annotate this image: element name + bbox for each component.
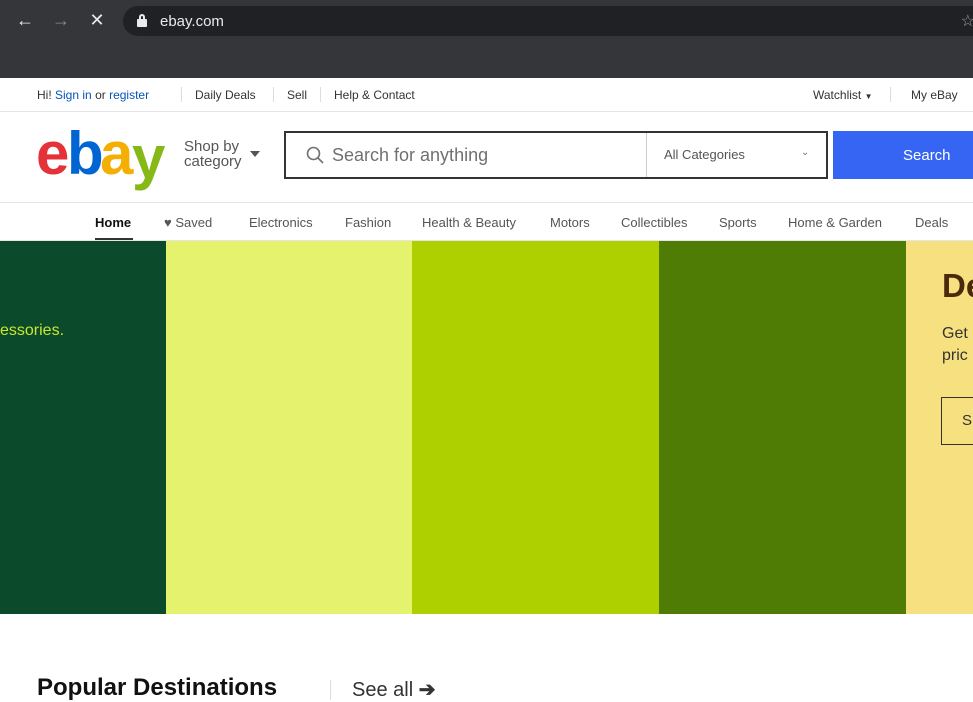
bookmark-star-icon[interactable]: ☆ — [961, 11, 973, 31]
my-ebay-link[interactable]: My eBay — [911, 88, 958, 102]
hero-right-subtitle-line2: pric — [942, 347, 968, 364]
tab-motors[interactable]: Motors — [550, 215, 590, 230]
arrow-right-icon: ➔ — [418, 679, 436, 701]
hero-cta-button[interactable]: S — [941, 397, 973, 445]
search-button[interactable]: Search — [833, 131, 973, 179]
help-contact-link[interactable]: Help & Contact — [334, 88, 415, 102]
forward-arrow-icon[interactable]: → — [50, 9, 72, 31]
ebay-logo[interactable]: e b a y — [36, 124, 170, 188]
divider — [330, 680, 331, 700]
see-all-label: See all — [352, 679, 414, 701]
back-arrow-icon[interactable]: ← — [14, 9, 36, 31]
see-all-link[interactable]: See all ➔ — [352, 677, 435, 702]
search-box: All Categories ⌄ — [284, 131, 828, 179]
tab-saved[interactable]: ♥ Saved — [164, 215, 212, 230]
divider — [646, 133, 647, 177]
shop-by-line1: Shop by — [184, 138, 240, 155]
url-text: ebay.com — [160, 13, 224, 30]
divider — [181, 87, 182, 102]
register-link[interactable]: register — [109, 88, 149, 102]
active-tab-indicator — [95, 238, 133, 240]
greeting-text: Hi! — [37, 88, 52, 102]
tab-fashion[interactable]: Fashion — [345, 215, 391, 230]
hero-stripe — [412, 241, 659, 614]
sign-in-link[interactable]: Sign in — [55, 88, 92, 102]
shop-by-line2: category — [184, 153, 242, 170]
address-bar[interactable]: ebay.com ☆ — [123, 6, 973, 36]
hero-banner[interactable]: essories. De Get pric S — [0, 241, 973, 614]
tab-sports[interactable]: Sports — [719, 215, 757, 230]
tab-home[interactable]: Home — [95, 215, 131, 230]
tab-collectibles[interactable]: Collectibles — [621, 215, 687, 230]
hero-stripe — [659, 241, 906, 614]
hero-right-subtitle: Get pric — [942, 323, 973, 367]
category-select-label: All Categories — [664, 147, 745, 162]
sell-link[interactable]: Sell — [287, 88, 307, 102]
tab-health-beauty[interactable]: Health & Beauty — [422, 215, 516, 230]
search-input[interactable] — [332, 133, 642, 177]
hero-left-text: essories. — [0, 322, 65, 339]
section-title: Popular Destinations — [37, 674, 278, 701]
shop-by-category-button[interactable]: Shop by category — [184, 139, 242, 169]
divider — [273, 87, 274, 102]
browser-chrome: ← → ✕ ebay.com ☆ — [0, 0, 973, 78]
hero-stripe — [166, 241, 412, 614]
divider — [890, 87, 891, 102]
tab-saved-label: Saved — [175, 215, 213, 230]
divider — [320, 87, 321, 102]
tab-electronics[interactable]: Electronics — [249, 215, 313, 230]
greeting: Hi! Sign in or register — [37, 88, 149, 102]
daily-deals-link[interactable]: Daily Deals — [195, 88, 256, 102]
utility-bar: Hi! Sign in or register Daily Deals Sell… — [0, 78, 973, 112]
caret-down-icon: ▼ — [864, 92, 873, 101]
hero-stripe — [0, 241, 166, 614]
or-text: or — [95, 88, 106, 102]
tab-deals[interactable]: Deals — [915, 215, 948, 230]
stop-loading-icon[interactable]: ✕ — [86, 9, 108, 31]
watchlist-link[interactable]: Watchlist ▼ — [813, 88, 873, 102]
heart-icon: ♥ — [164, 215, 172, 230]
category-nav: Home ♥ Saved Electronics Fashion Health … — [0, 202, 973, 241]
chevron-down-icon: ⌄ — [801, 147, 810, 158]
tab-home-garden[interactable]: Home & Garden — [788, 215, 882, 230]
watchlist-label: Watchlist — [813, 88, 862, 102]
hero-right-subtitle-line1: Get — [942, 325, 968, 342]
search-icon — [306, 146, 324, 164]
category-select[interactable]: All Categories ⌄ — [648, 133, 826, 177]
lock-icon — [137, 14, 147, 27]
hero-right-title: De — [942, 267, 973, 304]
shop-by-caret-icon[interactable] — [250, 151, 260, 157]
